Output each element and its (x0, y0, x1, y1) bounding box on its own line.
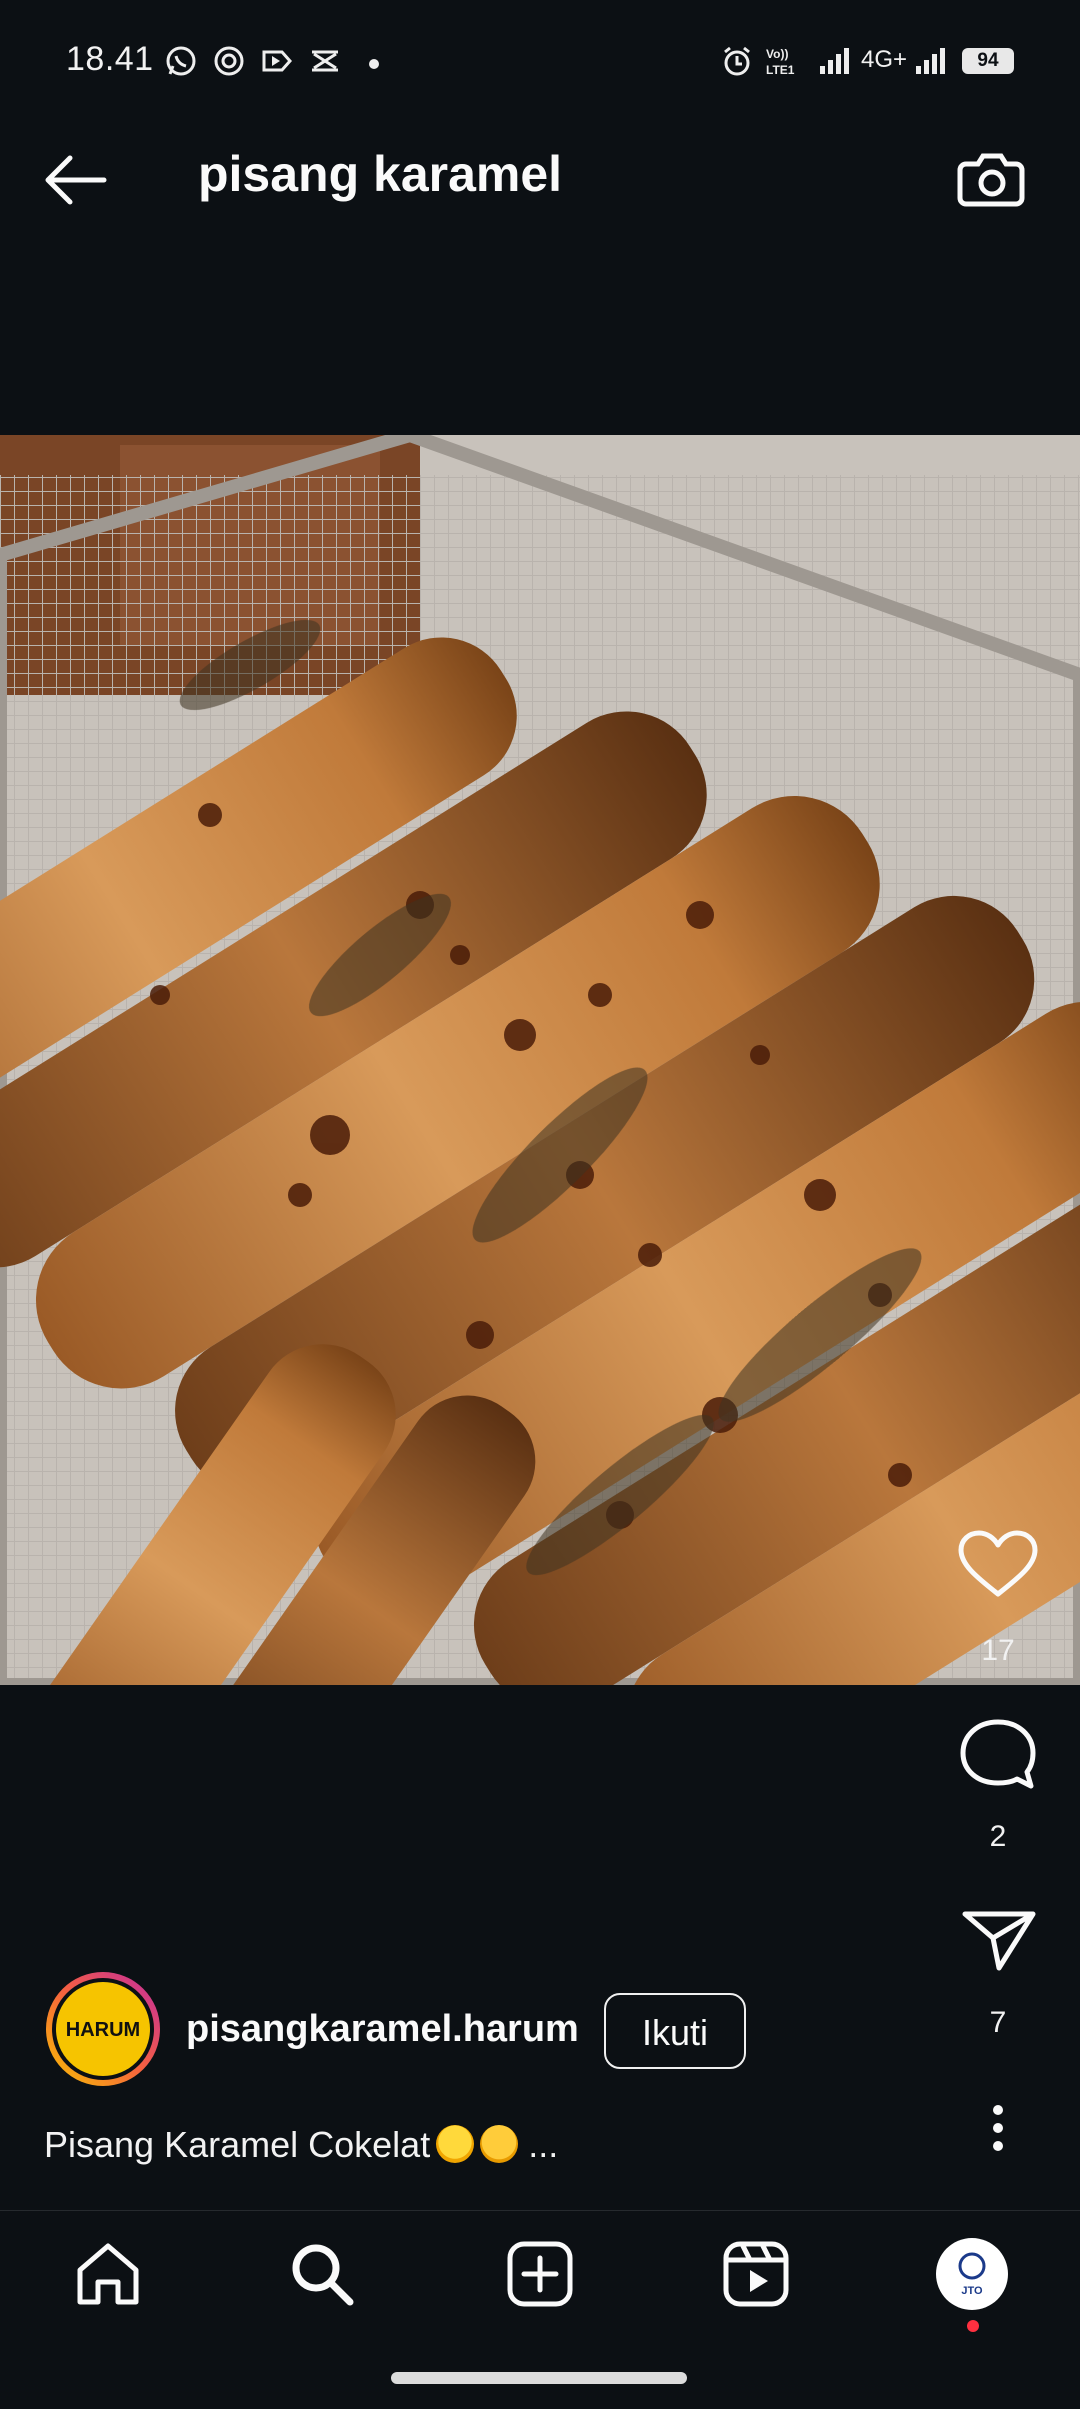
caption-text: Pisang Karamel Cokelat (44, 2124, 431, 2165)
author-username[interactable]: pisangkaramel.harum (186, 2008, 579, 2051)
like-count: 17 (981, 1634, 1015, 1667)
profile-avatar-icon[interactable]: JTO (934, 2236, 1010, 2312)
status-time: 18.41 (66, 40, 154, 78)
dot-icon (369, 59, 379, 69)
home-icon[interactable] (72, 2238, 144, 2310)
share-send-icon[interactable] (955, 1906, 1041, 1974)
add-icon[interactable] (504, 2238, 576, 2310)
comment-count: 2 (989, 1820, 1007, 1853)
signal-icon (820, 48, 849, 74)
author-avatar[interactable]: HARUM (44, 1970, 162, 2088)
svg-text:Vo)): Vo)) (766, 47, 788, 61)
comment-icon[interactable] (955, 1716, 1041, 1792)
post-image[interactable] (0, 435, 1080, 1685)
home-indicator[interactable] (391, 2372, 687, 2384)
squinting-tongue-emoji-icon (480, 2125, 519, 2163)
signal-app-icon (214, 46, 244, 76)
share-count: 7 (989, 2006, 1007, 2039)
volte-icon: Vo)) LTE1 (766, 47, 795, 77)
play-icon (262, 50, 293, 72)
notification-dot (967, 2320, 979, 2332)
follow-button[interactable]: Ikuti (604, 1993, 746, 2069)
battery-indicator: 94 (962, 48, 1014, 74)
network-type: 4G+ (861, 46, 908, 73)
reels-icon[interactable] (720, 2238, 792, 2310)
avatar-text: HARUM (66, 2019, 140, 2041)
alarm-icon (724, 46, 750, 76)
search-icon[interactable] (286, 2238, 358, 2310)
like-heart-icon[interactable] (955, 1528, 1041, 1600)
signal-icon-2 (916, 48, 945, 74)
profile-avatar-text: JTO (961, 2285, 983, 2297)
post-caption[interactable]: Pisang Karamel Cokelat ... (44, 2124, 558, 2166)
whatsapp-icon (166, 46, 196, 76)
camera-icon[interactable] (956, 146, 1028, 212)
caption-more[interactable]: ... (528, 2124, 558, 2165)
search-query-title[interactable]: pisang karamel (198, 145, 562, 203)
svg-text:LTE1: LTE1 (766, 63, 795, 77)
back-arrow-icon[interactable] (40, 150, 112, 210)
capcut-icon (312, 50, 338, 72)
hot-face-emoji-icon (436, 2125, 475, 2163)
food-photo (0, 435, 1080, 1685)
more-options-icon[interactable] (955, 2104, 1041, 2152)
